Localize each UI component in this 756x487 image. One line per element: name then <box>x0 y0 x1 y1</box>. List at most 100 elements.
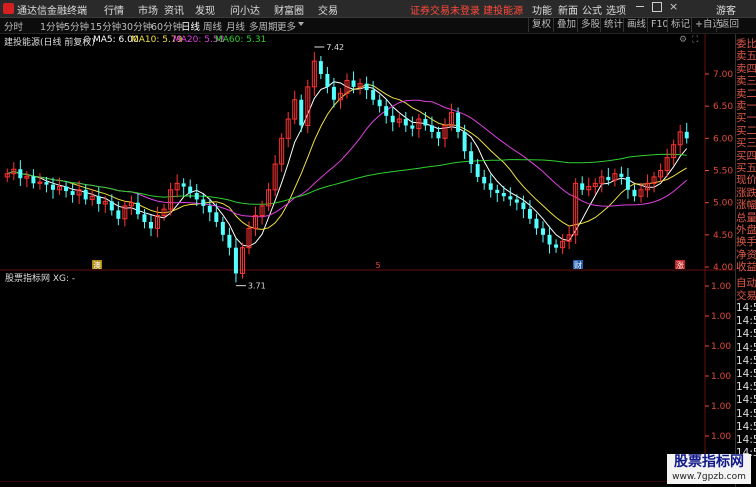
event-marker-label: 5 <box>375 261 380 270</box>
tick-time: 14:50 <box>736 394 756 407</box>
price-tick-label: 6.00 <box>713 134 733 144</box>
period-tab-monthly[interactable]: 月线 <box>226 19 245 33</box>
login-alert[interactable]: 证券交易未登录 建投能源 <box>410 2 523 17</box>
menu-options[interactable]: 选项 <box>606 2 626 17</box>
tick-time: 14:50 <box>736 407 756 420</box>
quote-item-label: 收益 <box>736 261 756 274</box>
tick-time: 14:50 <box>736 354 756 367</box>
tick-time: 14:50 <box>736 341 756 354</box>
candle-down <box>318 61 323 74</box>
menu-ask[interactable]: 问小达 <box>230 2 260 17</box>
tool-back[interactable]: 返回 <box>716 18 742 32</box>
candles <box>4 52 689 283</box>
candle-down <box>508 196 513 200</box>
indicator-tick-label: 1.00 <box>711 312 731 322</box>
price-tick-label: 5.00 <box>713 199 733 209</box>
period-tab-5min[interactable]: 5分钟 <box>64 19 89 33</box>
period-tab-more[interactable]: 更多 <box>277 19 296 33</box>
candle-down <box>233 247 238 274</box>
ma-lines <box>7 81 688 247</box>
minimize-icon[interactable] <box>636 6 644 7</box>
menu-formula[interactable]: 公式 <box>582 2 602 17</box>
price-tick-label: 4.50 <box>713 231 733 241</box>
menu-trade[interactable]: 交易 <box>318 2 338 17</box>
tick-time: 14:50 <box>736 420 756 433</box>
menu-market[interactable]: 市场 <box>138 2 158 17</box>
menu-wealth[interactable]: 财富圈 <box>274 2 304 17</box>
period-tab-intraday[interactable]: 分时 <box>4 19 23 33</box>
candle-down <box>142 214 147 222</box>
candle-down <box>31 176 36 184</box>
period-tab-60min[interactable]: 60分钟 <box>151 19 182 33</box>
candle-down <box>521 202 526 210</box>
candle-down <box>188 186 193 194</box>
price-tick-label: 6.50 <box>713 102 733 112</box>
candle-down <box>495 189 500 194</box>
menu-function[interactable]: 功能 <box>532 2 552 17</box>
period-tab-15min[interactable]: 15分钟 <box>90 19 121 33</box>
tool-overlay[interactable]: 叠加 <box>553 18 579 32</box>
watermark-badge: 股票指标网 www.7gpzb.com <box>667 454 751 484</box>
indicator-tick-label: 1.00 <box>711 432 731 442</box>
price-tick-label: 7.00 <box>713 70 733 80</box>
maximize-icon[interactable] <box>652 2 662 12</box>
candle-down <box>469 151 474 165</box>
indicator-axis: 1.001.001.001.001.001.001.00 <box>705 282 731 472</box>
indicator-tick-label: 1.00 <box>711 402 731 412</box>
candle-down <box>325 74 330 87</box>
chart-grid <box>0 34 735 482</box>
candle-down <box>606 176 611 181</box>
candle-down <box>109 201 114 211</box>
app-title: 通达信金融终端 <box>17 6 87 17</box>
indicator-title[interactable]: 股票指标网 XG: - <box>5 271 75 284</box>
tool-adjust[interactable]: 复权 <box>528 18 554 32</box>
candle-down <box>684 131 689 139</box>
event-marker-label: 涨 <box>676 260 684 270</box>
period-tab-1min[interactable]: 1分钟 <box>40 19 65 33</box>
candle-down <box>403 119 408 126</box>
candle-down <box>390 115 395 123</box>
ticker-title-line2: 交易 <box>736 290 756 302</box>
candle-down <box>207 205 212 213</box>
menu-new-page[interactable]: 新面 <box>558 2 578 17</box>
menu-market-quotes[interactable]: 行情 <box>104 2 124 17</box>
candle-down <box>371 90 376 100</box>
candle-down <box>220 221 225 235</box>
period-tab-30min[interactable]: 30分钟 <box>121 19 152 33</box>
menu-news[interactable]: 资讯 <box>164 2 184 17</box>
tick-time: 14:50 <box>736 315 756 328</box>
kline-chart[interactable]: 7.00 6.50 6.00 5.50 5.00 4.50 4.00 7.42 3.71 澳 5… <box>0 34 735 482</box>
period-tab-daily[interactable]: 日线 <box>181 19 200 33</box>
tick-time: 14:50 <box>736 302 756 314</box>
event-markers: 澳 5 财 涨 <box>92 260 685 270</box>
candle-down <box>70 191 75 195</box>
candle-down <box>181 183 186 187</box>
tool-mark[interactable]: 标记 <box>667 18 693 32</box>
candle-down <box>632 189 637 197</box>
ma20-line <box>7 99 688 218</box>
more-chevron-down-icon[interactable] <box>298 22 304 26</box>
candle-down <box>534 218 539 229</box>
ma10-line <box>7 83 687 230</box>
candle-down <box>619 173 624 177</box>
tool-draw[interactable]: 画线 <box>623 18 649 32</box>
low-label: 3.71 <box>248 282 266 291</box>
close-icon[interactable]: × <box>669 0 678 13</box>
guest-user[interactable]: 游客 <box>716 2 736 17</box>
candle-down <box>625 176 630 190</box>
candle-down <box>410 125 415 129</box>
watermark-line2: www.7gpzb.com <box>672 472 746 482</box>
candle-down <box>580 183 585 190</box>
candle-down <box>116 210 121 219</box>
candle-down <box>83 189 88 200</box>
event-marker-label: 澳 <box>93 260 101 270</box>
candle-down <box>364 83 369 91</box>
period-tab-weekly[interactable]: 周线 <box>203 19 222 33</box>
candle-down <box>541 228 545 235</box>
candle-down <box>429 125 434 132</box>
candle-down <box>482 176 487 184</box>
menu-discover[interactable]: 发现 <box>195 2 215 17</box>
period-tab-multi[interactable]: 多周期 <box>249 19 278 33</box>
candle-down <box>488 183 493 190</box>
candle-down <box>96 196 101 204</box>
